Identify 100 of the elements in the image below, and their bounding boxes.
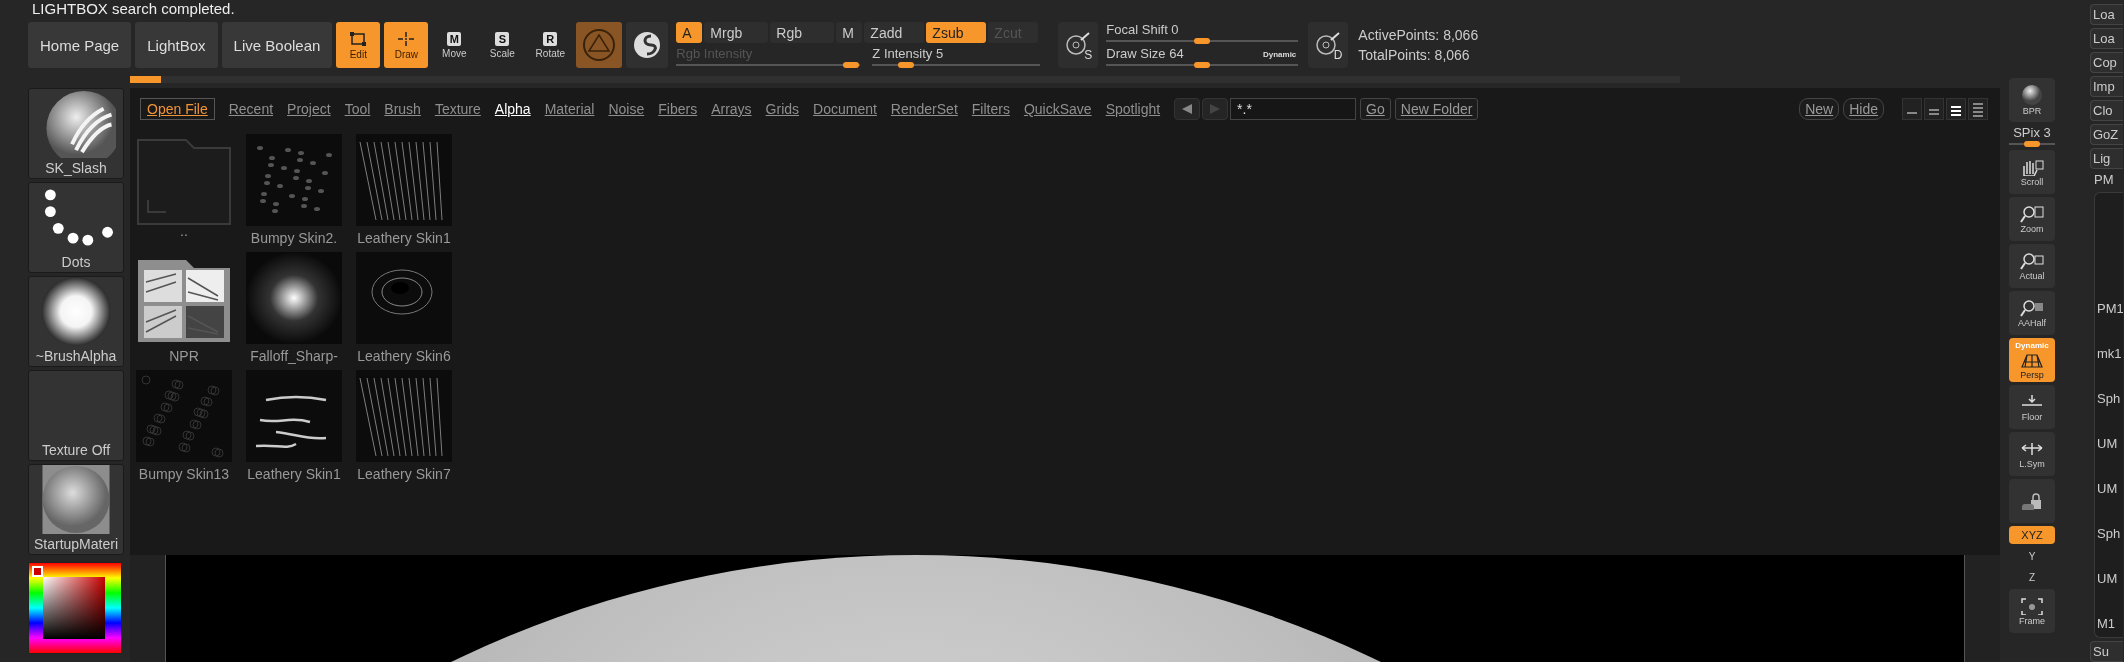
toolbar-button[interactable]: New bbox=[1799, 98, 1840, 120]
mode-button[interactable]: M bbox=[836, 22, 863, 43]
tool-name[interactable]: UM bbox=[2097, 436, 2123, 451]
lightbox-tab[interactable]: Arrays bbox=[711, 101, 752, 117]
tool-name[interactable]: PM1 bbox=[2097, 301, 2123, 316]
slider-label: Focal Shift 0 bbox=[1106, 22, 1179, 37]
file-item[interactable]: Leathery Skin7 bbox=[356, 370, 452, 484]
palette-slot-button[interactable]: Texture Off bbox=[28, 370, 124, 461]
back-button[interactable] bbox=[1174, 98, 1201, 120]
lightbox-tab[interactable]: Material bbox=[544, 101, 595, 117]
tool-glyph-icon: R bbox=[543, 31, 558, 46]
viewport-button[interactable]: Actual bbox=[2009, 244, 2055, 288]
lightbox-tab[interactable]: Noise bbox=[608, 101, 645, 117]
lightbox-tab[interactable]: Alpha bbox=[494, 101, 531, 117]
aahalf-icon bbox=[2020, 298, 2044, 317]
tool-name[interactable]: Sph bbox=[2097, 526, 2123, 541]
tool-button[interactable]: Edit bbox=[336, 22, 381, 68]
side-button[interactable]: Cop bbox=[2090, 52, 2123, 73]
lightbox-tab[interactable]: Project bbox=[287, 101, 331, 117]
tool-button[interactable]: M Move bbox=[432, 22, 477, 68]
slider-thumb[interactable] bbox=[1194, 62, 1211, 68]
palette-slot-button[interactable]: ~BrushAlpha bbox=[28, 276, 124, 367]
tool-button[interactable]: R Rotate bbox=[528, 22, 573, 68]
file-item[interactable]: Bumpy Skin2. bbox=[246, 134, 342, 248]
tool-name[interactable]: Sph bbox=[2097, 391, 2123, 406]
tool-name[interactable]: UM bbox=[2097, 571, 2123, 586]
viewport-button[interactable]: Scroll bbox=[2009, 150, 2055, 194]
lightbox-tab[interactable]: Spotlight bbox=[1105, 101, 1161, 117]
open-file-button[interactable]: Open File bbox=[140, 98, 215, 120]
file-item[interactable]: Bumpy Skin13 bbox=[136, 370, 232, 484]
slider-label: SPix 3 bbox=[2013, 125, 2051, 140]
scroll-icon bbox=[2020, 157, 2044, 176]
stroke-button[interactable] bbox=[626, 22, 669, 68]
tool-name[interactable]: M1 bbox=[2097, 616, 2123, 631]
file-item[interactable]: Leathery Skin1 bbox=[246, 370, 342, 484]
view-mode-button[interactable] bbox=[1946, 98, 1966, 120]
viewport-button[interactable]: AAHalf bbox=[2009, 291, 2055, 335]
lightbox-tab[interactable]: Filters bbox=[971, 101, 1010, 117]
rotate-axis-button[interactable]: Z bbox=[2028, 568, 2036, 586]
lightbox-tab[interactable]: Texture bbox=[434, 101, 481, 117]
brush-circle-icon bbox=[1065, 32, 1092, 58]
file-item[interactable]: NPR bbox=[136, 252, 232, 366]
mode-button[interactable]: A bbox=[676, 22, 703, 43]
rotate-axis-button[interactable]: Y bbox=[2028, 547, 2036, 565]
nav-button[interactable]: Live Boolean bbox=[221, 22, 333, 68]
mode-button[interactable]: Mrgb bbox=[704, 22, 769, 43]
slider-thumb[interactable] bbox=[1194, 38, 1211, 44]
viewport-button[interactable]: Floor bbox=[2009, 385, 2055, 429]
file-item[interactable]: Leathery Skin1 bbox=[356, 134, 452, 248]
palette-slot-button[interactable]: Dots bbox=[28, 182, 124, 273]
nav-button[interactable]: Home Page bbox=[28, 22, 132, 68]
draw-settings-button[interactable]: D bbox=[1308, 22, 1349, 68]
color-picker[interactable] bbox=[28, 562, 122, 654]
lightbox-tab[interactable]: Tool bbox=[344, 101, 371, 117]
dynamic-label[interactable]: Dynamic bbox=[1262, 50, 1297, 59]
lightbox-tab[interactable]: QuickSave bbox=[1023, 101, 1092, 117]
points-readout: ActivePoints: 8,066 bbox=[1358, 27, 1479, 43]
mode-button[interactable]: Zadd bbox=[864, 22, 925, 43]
tool-name[interactable]: UM bbox=[2097, 481, 2123, 496]
slider-label: Draw Size 64 bbox=[1106, 46, 1184, 61]
palette-slot-button[interactable]: SK_Slash bbox=[28, 88, 124, 179]
new-folder-button[interactable]: New Folder bbox=[1394, 98, 1479, 120]
go-button[interactable]: Go bbox=[1360, 98, 1391, 120]
viewport-button[interactable]: Frame bbox=[2009, 589, 2055, 633]
file-item[interactable]: Leathery Skin6 bbox=[356, 252, 452, 366]
side-button[interactable]: Lig bbox=[2090, 148, 2123, 169]
file-item[interactable]: Falloff_Sharp- bbox=[246, 252, 342, 366]
tool-button[interactable]: Draw bbox=[384, 22, 429, 68]
tool-glyph-icon: S bbox=[495, 31, 510, 46]
toolbar-button[interactable]: Hide bbox=[1843, 98, 1884, 120]
tool-button[interactable]: S Scale bbox=[480, 22, 525, 68]
viewport-button[interactable]: L.Sym bbox=[2009, 432, 2055, 476]
file-item[interactable]: .. bbox=[136, 134, 232, 248]
viewport-button[interactable] bbox=[2009, 479, 2055, 523]
lightbox-tab[interactable]: Recent bbox=[228, 101, 274, 117]
tool-name[interactable]: mk1 bbox=[2097, 346, 2123, 361]
lightbox-tab[interactable]: Brush bbox=[384, 101, 421, 117]
frame-icon bbox=[2020, 596, 2044, 615]
side-button[interactable]: GoZ bbox=[2090, 124, 2123, 145]
mode-button[interactable]: Rgb bbox=[770, 22, 835, 43]
viewport-button[interactable]: Zoom bbox=[2009, 197, 2055, 241]
slider-thumb[interactable] bbox=[2024, 141, 2040, 147]
side-button[interactable]: Imp bbox=[2090, 76, 2123, 97]
lightbox-tab[interactable]: Document bbox=[813, 101, 877, 117]
side-button[interactable]: Loa bbox=[2090, 28, 2123, 49]
lightbox-tab[interactable]: Fibers bbox=[658, 101, 698, 117]
nav-button[interactable]: LightBox bbox=[135, 22, 218, 68]
search-field[interactable]: *.* bbox=[1230, 98, 1357, 120]
lightbox-tab[interactable]: RenderSet bbox=[890, 101, 958, 117]
mode-button[interactable]: Zsub bbox=[926, 22, 987, 43]
side-button[interactable]: Clo bbox=[2090, 100, 2123, 121]
rotate-mode-button[interactable]: XYZ bbox=[2009, 526, 2055, 544]
palette-slot-button[interactable]: StartupMateri bbox=[28, 464, 124, 555]
stroke-settings-button[interactable]: S bbox=[1058, 22, 1099, 68]
side-button[interactable]: Su bbox=[2090, 641, 2123, 662]
side-button[interactable]: Loa bbox=[2090, 4, 2123, 25]
viewport-button[interactable]: BPR bbox=[2009, 78, 2055, 122]
viewport-button[interactable]: Dynamic Persp bbox=[2009, 338, 2055, 382]
slider-thumb[interactable] bbox=[897, 62, 914, 68]
lightbox-tab[interactable]: Grids bbox=[765, 101, 800, 117]
